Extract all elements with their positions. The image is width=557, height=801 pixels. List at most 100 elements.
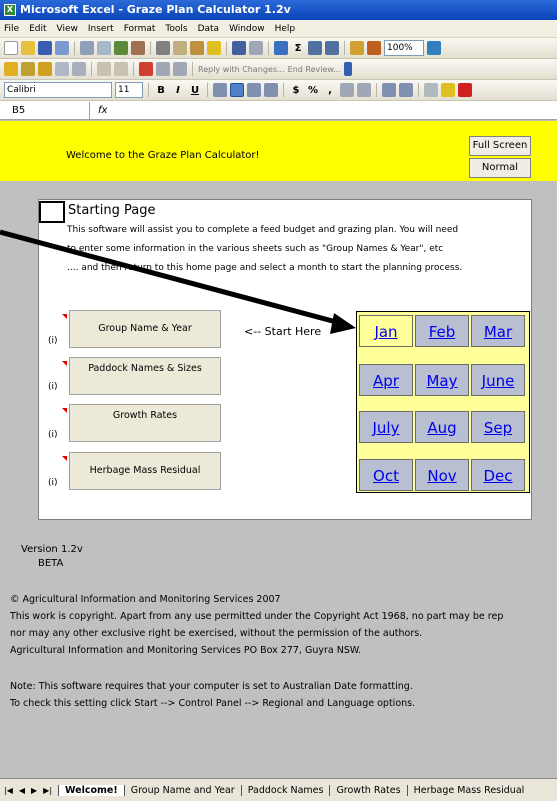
tab-herbage-mass-residual[interactable]: Herbage Mass Residual: [406, 784, 531, 796]
tab-paddock-names[interactable]: Paddock Names: [240, 784, 330, 796]
menu-tools[interactable]: Tools: [165, 24, 187, 34]
copy-icon[interactable]: [173, 41, 187, 55]
month-nov[interactable]: Nov: [415, 459, 469, 491]
menu-format[interactable]: Format: [124, 24, 156, 34]
sort-ascending-icon[interactable]: [308, 41, 322, 55]
format-painter-icon[interactable]: [207, 41, 221, 55]
drawing-icon[interactable]: [367, 41, 381, 55]
permission-icon[interactable]: [55, 41, 69, 55]
paste-icon[interactable]: [190, 41, 204, 55]
separator: [376, 83, 377, 97]
tab-welcome[interactable]: Welcome!: [58, 784, 124, 796]
last-sheet-icon[interactable]: ▶|: [43, 786, 52, 795]
attach-icon[interactable]: [72, 62, 86, 76]
increase-indent-icon[interactable]: [399, 83, 413, 97]
folder-icon[interactable]: [4, 62, 18, 76]
page-title: Starting Page: [68, 203, 156, 218]
track-changes-icon[interactable]: [97, 62, 111, 76]
ink-icon[interactable]: [173, 62, 187, 76]
herbage-mass-residual-label: Herbage Mass Residual: [89, 465, 201, 476]
month-feb[interactable]: Feb: [415, 315, 469, 347]
comma-button[interactable]: ,: [323, 85, 337, 96]
decrease-indent-icon[interactable]: [382, 83, 396, 97]
folder-open-icon[interactable]: [38, 62, 52, 76]
separator: [344, 41, 345, 55]
month-june[interactable]: June: [471, 364, 525, 396]
open-icon[interactable]: [21, 41, 35, 55]
month-oct[interactable]: Oct: [359, 459, 413, 491]
align-right-icon[interactable]: [247, 83, 261, 97]
percent-button[interactable]: %: [306, 85, 320, 96]
align-left-icon[interactable]: [213, 83, 227, 97]
menu-window[interactable]: Window: [229, 24, 265, 34]
fx-icon[interactable]: fx: [98, 105, 107, 116]
print-icon[interactable]: [80, 41, 94, 55]
first-sheet-icon[interactable]: |◀: [4, 786, 13, 795]
font-color-icon[interactable]: [458, 83, 472, 97]
month-aug[interactable]: Aug: [415, 411, 469, 443]
selected-cell-b5[interactable]: [39, 201, 65, 223]
increase-decimal-icon[interactable]: [340, 83, 354, 97]
tab-group-name-year[interactable]: Group Name and Year: [123, 784, 241, 796]
autosum-icon[interactable]: Σ: [291, 43, 305, 54]
herbage-mass-residual-button[interactable]: Herbage Mass Residual: [69, 452, 221, 490]
menu-edit[interactable]: Edit: [29, 24, 46, 34]
align-center-icon[interactable]: [230, 83, 244, 97]
name-box[interactable]: B5: [0, 101, 90, 119]
reviewing-toolbar: Reply with Changes... End Review...: [0, 59, 557, 80]
hyperlink-icon[interactable]: [274, 41, 288, 55]
sort-descending-icon[interactable]: [325, 41, 339, 55]
help-icon[interactable]: [427, 41, 441, 55]
accept-icon[interactable]: [114, 62, 128, 76]
tab-growth-rates[interactable]: Growth Rates: [329, 784, 406, 796]
currency-button[interactable]: $: [289, 85, 303, 96]
new-icon[interactable]: [4, 41, 18, 55]
research-icon[interactable]: [131, 41, 145, 55]
redo-icon[interactable]: [249, 41, 263, 55]
next-sheet-icon[interactable]: ▶: [31, 786, 37, 795]
save-icon[interactable]: [38, 41, 52, 55]
send-icon[interactable]: [55, 62, 69, 76]
prev-sheet-icon[interactable]: ◀: [19, 786, 25, 795]
borders-icon[interactable]: [424, 83, 438, 97]
folder-up-icon[interactable]: [21, 62, 35, 76]
group-name-year-button[interactable]: Group Name & Year: [69, 310, 221, 348]
month-apr[interactable]: Apr: [359, 364, 413, 396]
month-july[interactable]: July: [359, 411, 413, 443]
bold-button[interactable]: B: [154, 85, 168, 96]
cut-icon[interactable]: [156, 41, 170, 55]
menu-view[interactable]: View: [57, 24, 78, 34]
growth-rates-button[interactable]: Growth Rates: [69, 404, 221, 442]
menu-insert[interactable]: Insert: [88, 24, 114, 34]
menu-data[interactable]: Data: [198, 24, 220, 34]
paddock-names-sizes-button[interactable]: Paddock Names & Sizes: [69, 357, 221, 395]
font-size-select[interactable]: 11: [115, 82, 143, 98]
print-preview-icon[interactable]: [97, 41, 111, 55]
font-name-select[interactable]: Calibri: [4, 82, 112, 98]
description-line-3: .... and then return to this home page a…: [67, 263, 463, 273]
separator: [226, 41, 227, 55]
italic-button[interactable]: I: [171, 85, 185, 96]
zoom-select[interactable]: 100%: [384, 40, 424, 56]
menu-file[interactable]: File: [4, 24, 19, 34]
underline-button[interactable]: U: [188, 85, 202, 96]
spelling-icon[interactable]: [114, 41, 128, 55]
month-jan[interactable]: Jan: [359, 315, 413, 347]
month-mar[interactable]: Mar: [471, 315, 525, 347]
decrease-decimal-icon[interactable]: [357, 83, 371, 97]
month-dec[interactable]: Dec: [471, 459, 525, 491]
merge-center-icon[interactable]: [264, 83, 278, 97]
normal-button[interactable]: Normal: [469, 158, 531, 178]
chart-wizard-icon[interactable]: [350, 41, 364, 55]
show-comments-icon[interactable]: [156, 62, 170, 76]
month-may[interactable]: May: [415, 364, 469, 396]
undo-icon[interactable]: [232, 41, 246, 55]
toolbar-options-icon[interactable]: [343, 62, 352, 76]
end-review-button[interactable]: End Review...: [288, 65, 341, 74]
comment-icon[interactable]: [139, 62, 153, 76]
menu-help[interactable]: Help: [275, 24, 296, 34]
month-sep[interactable]: Sep: [471, 411, 525, 443]
fill-color-icon[interactable]: [441, 83, 455, 97]
full-screen-button[interactable]: Full Screen: [469, 136, 531, 156]
reply-with-changes-button[interactable]: Reply with Changes...: [198, 65, 285, 74]
